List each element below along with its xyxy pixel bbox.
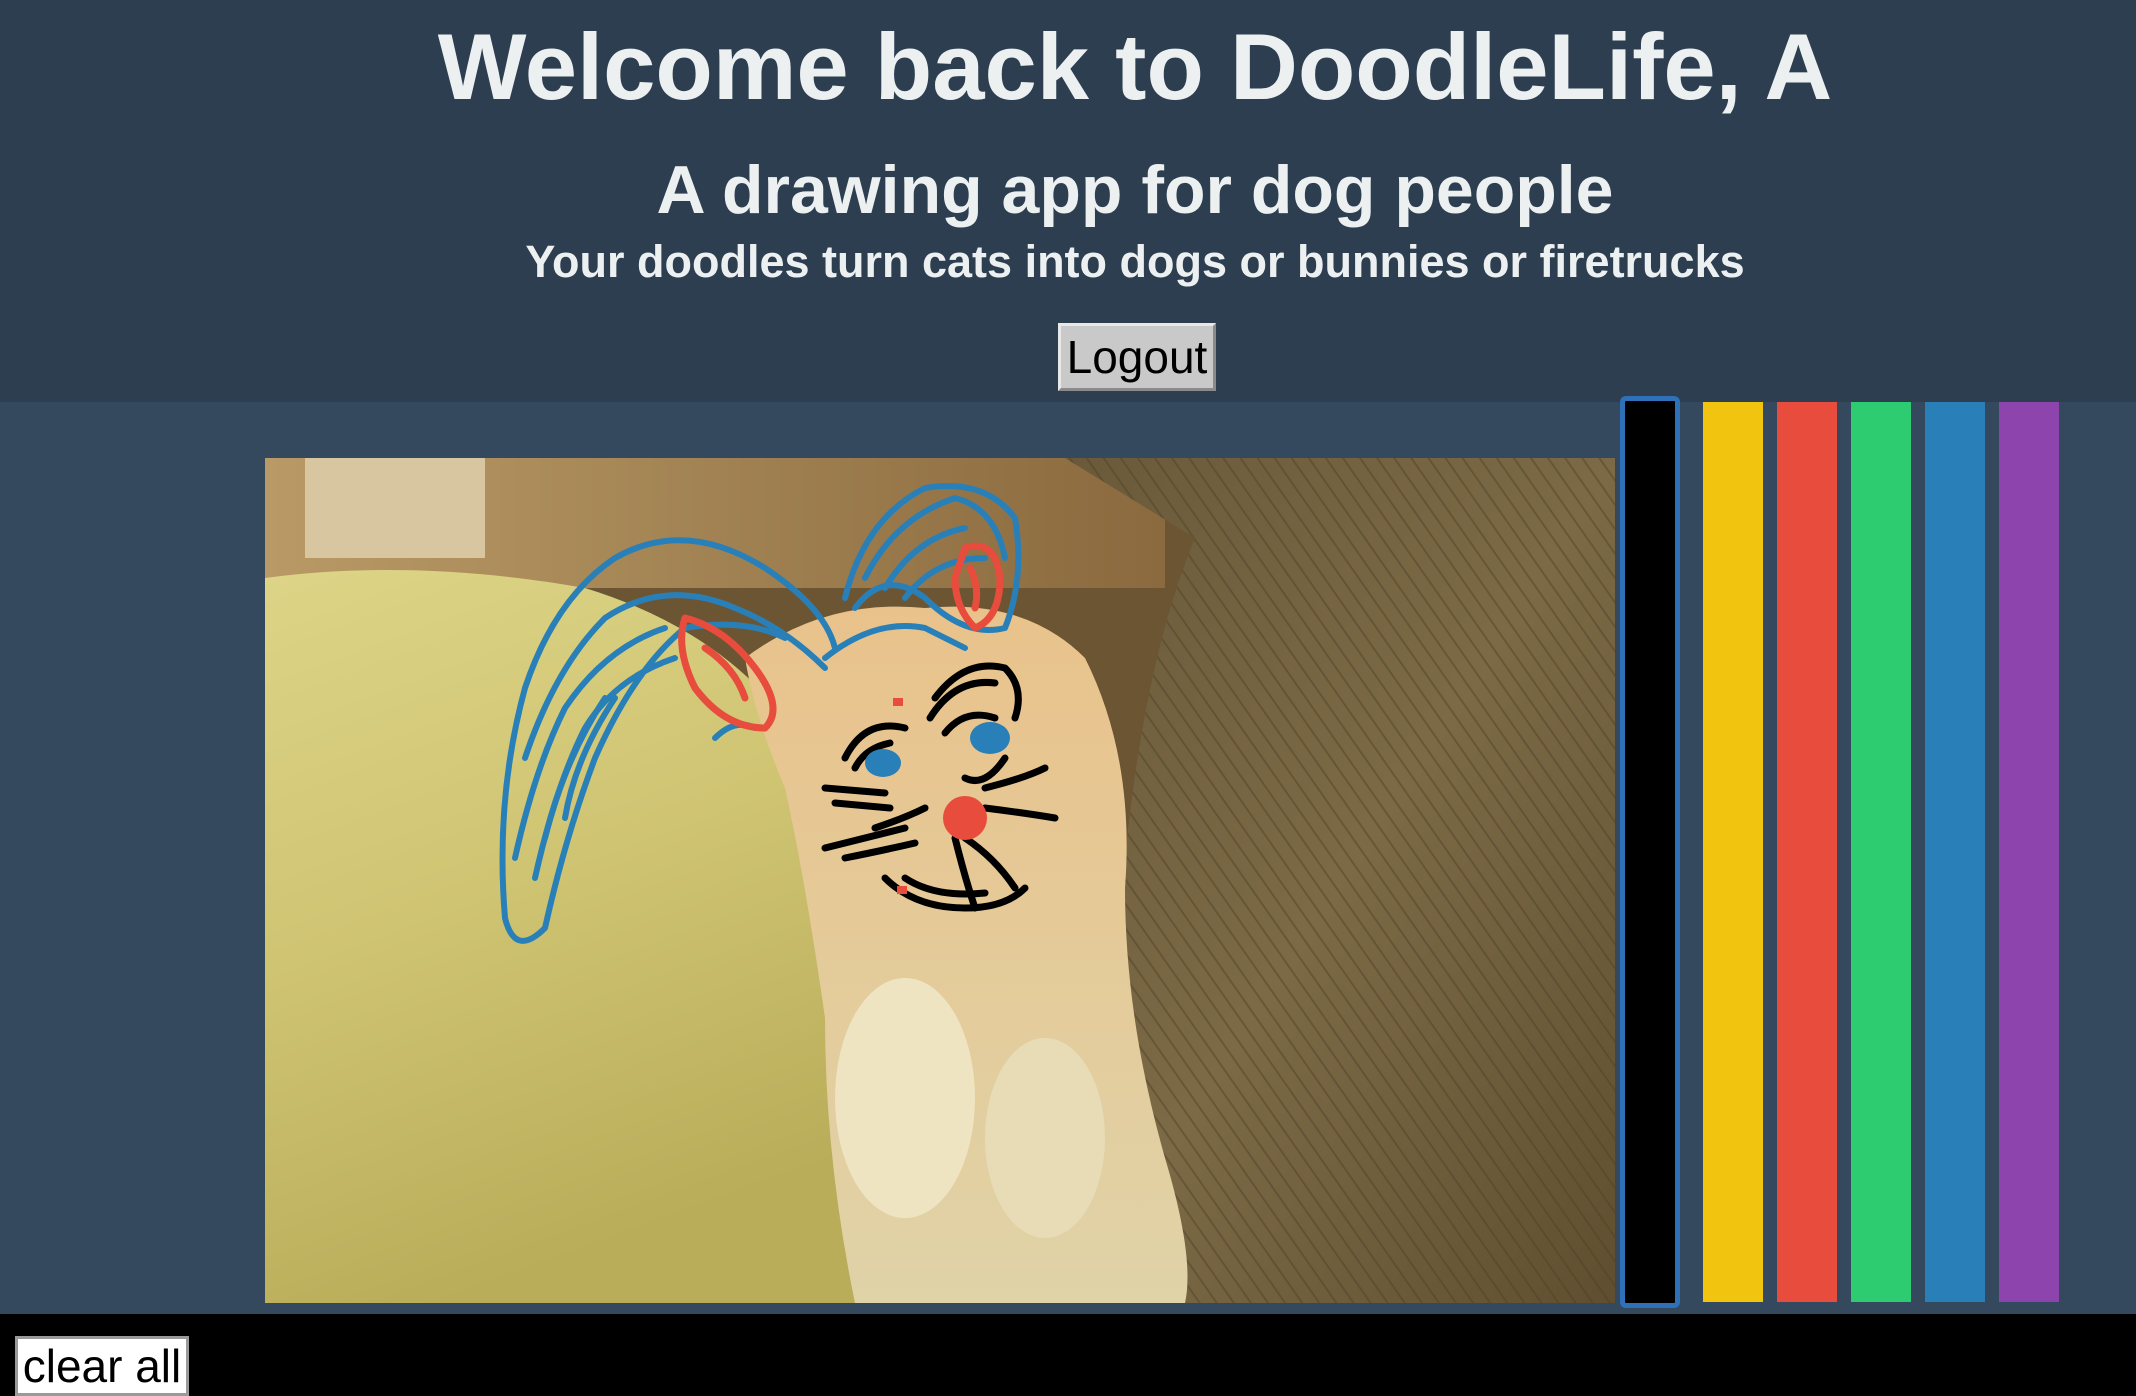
drawing-canvas[interactable] xyxy=(265,458,1615,1303)
footer-bar: clear all xyxy=(0,1314,2136,1396)
page-tagline: Your doodles turn cats into dogs or bunn… xyxy=(525,236,1745,287)
page-title: Welcome back to DoodleLife, A xyxy=(437,14,1833,119)
color-swatch-blue[interactable] xyxy=(1925,402,1985,1302)
logout-button[interactable]: Logout xyxy=(1058,323,1216,391)
canvas-photo-with-doodles xyxy=(265,458,1615,1303)
color-swatch-yellow[interactable] xyxy=(1703,402,1763,1302)
color-swatch-purple[interactable] xyxy=(1999,402,2059,1302)
color-swatch-red[interactable] xyxy=(1777,402,1837,1302)
app-header: Welcome back to DoodleLife, A A drawing … xyxy=(0,0,2136,402)
clear-all-button[interactable]: clear all xyxy=(15,1336,189,1396)
color-swatch-green[interactable] xyxy=(1851,402,1911,1302)
color-swatch-black[interactable] xyxy=(1620,396,1680,1308)
page-subtitle: A drawing app for dog people xyxy=(656,152,1614,228)
drawing-workspace xyxy=(0,396,2136,1314)
